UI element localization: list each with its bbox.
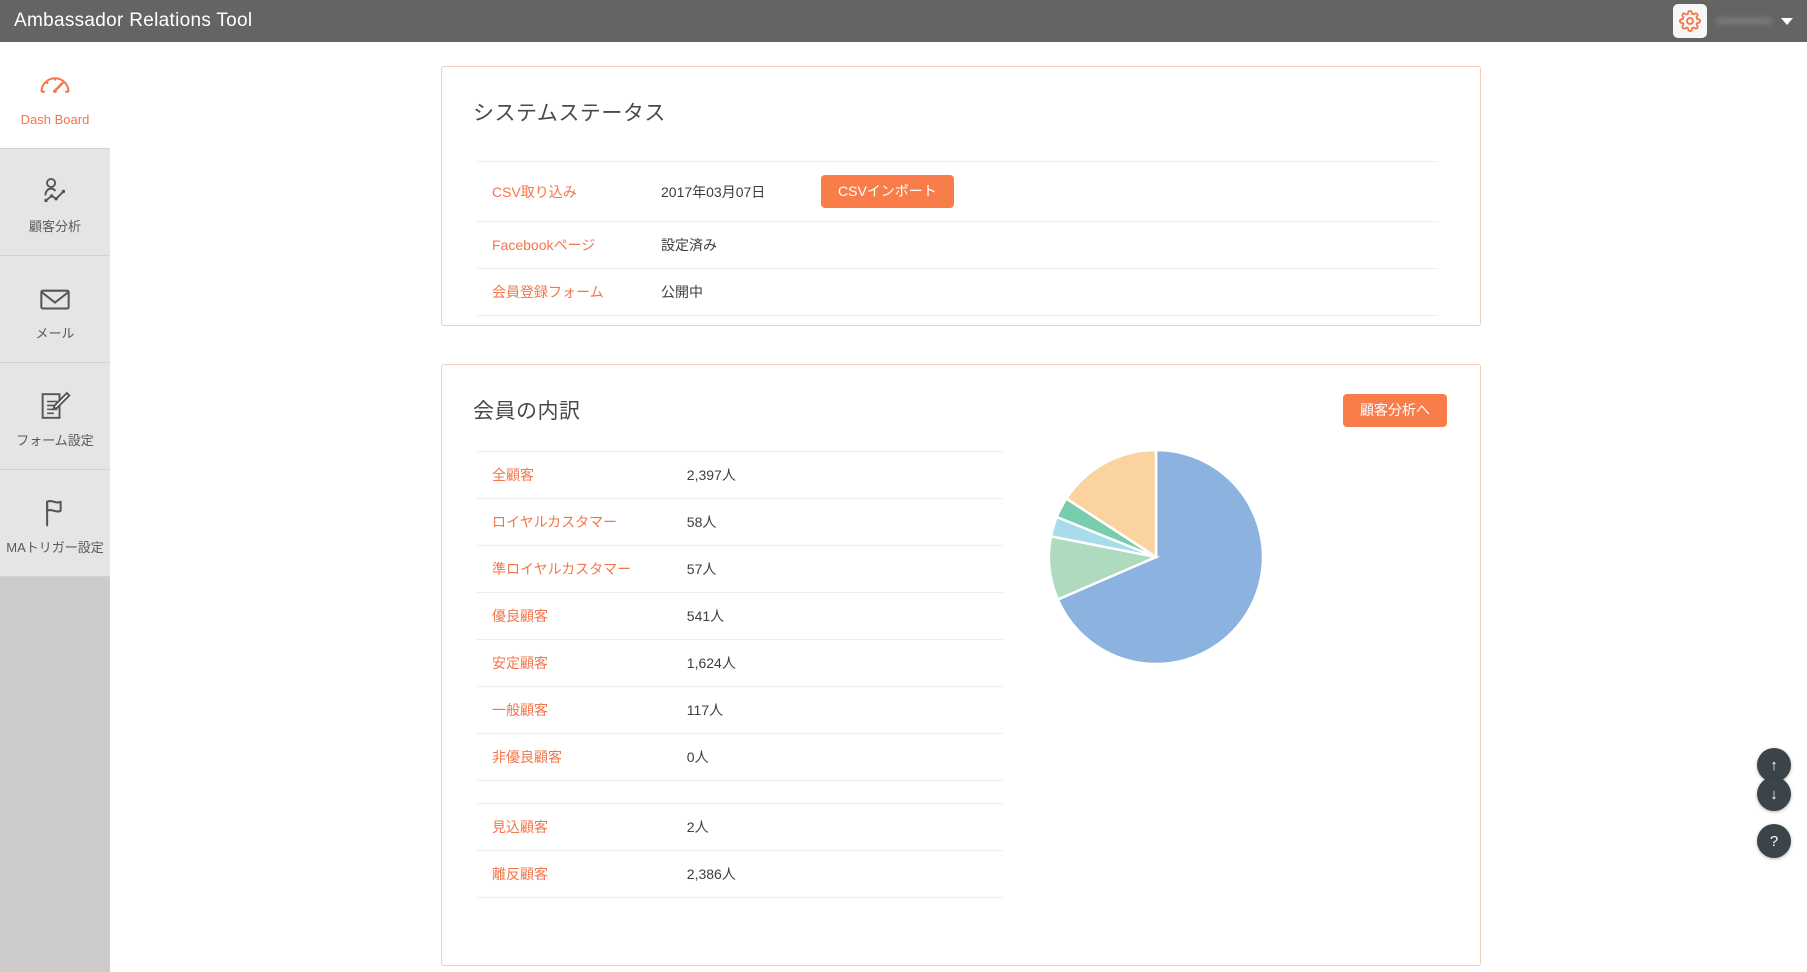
row-key: 一般顧客 [476,687,687,734]
arrow-up-icon: ↑ [1770,758,1778,773]
row-action [821,222,1438,269]
sidebar-item-label: フォーム設定 [16,434,94,447]
sidebar-nav-list: Dash Board 顧客分析 [0,42,110,577]
chevron-down-icon[interactable] [1781,18,1793,25]
table-row: 全顧客 2,397人 [476,452,1003,499]
row-key: 安定顧客 [476,640,687,687]
table-row: 見込顧客 2人 [476,804,1003,851]
row-value: 1,624人 [687,640,1003,687]
top-bar: Ambassador Relations Tool [0,0,1807,42]
scroll-to-bottom-button[interactable]: ↓ [1757,777,1791,811]
members-breakdown-title: 会員の内訳 [442,365,1480,425]
sidebar-item-label: 顧客分析 [29,220,81,233]
sidebar: Dash Board 顧客分析 [0,42,110,972]
row-key: ロイヤルカスタマー [476,499,687,546]
row-value: 公開中 [661,269,821,316]
table-row: 安定顧客 1,624人 [476,640,1003,687]
row-value [687,781,1003,804]
table-row: 準ロイヤルカスタマー 57人 [476,546,1003,593]
form-pencil-icon [37,385,73,427]
user-name-label[interactable] [1716,19,1772,23]
table-row: 優良顧客 541人 [476,593,1003,640]
members-breakdown-panel: 会員の内訳 顧客分析へ 全顧客 2,397人 ロイヤルカスタマー 58人 準ロイ… [441,364,1481,966]
row-key: 会員登録フォーム [476,269,661,316]
row-key: Facebookページ [476,222,661,269]
table-row: Facebookページ 設定済み [476,222,1438,269]
table-row-spacer [476,781,1003,804]
table-row: CSV取り込み 2017年03月07日 CSVインポート [476,162,1438,222]
sidebar-item-dashboard[interactable]: Dash Board [0,42,110,149]
row-key: 非優良顧客 [476,734,687,781]
question-mark-icon: ? [1770,834,1778,849]
row-key [476,781,687,804]
row-value: 57人 [687,546,1003,593]
row-value: 58人 [687,499,1003,546]
flag-icon [37,492,73,534]
help-button[interactable]: ? [1757,824,1791,858]
gear-icon [1679,10,1701,32]
row-value: 2,397人 [687,452,1003,499]
settings-button[interactable] [1673,4,1707,38]
row-value: 設定済み [661,222,821,269]
row-value: 2017年03月07日 [661,162,821,222]
csv-import-button[interactable]: CSVインポート [821,175,954,208]
table-row: 非優良顧客 0人 [476,734,1003,781]
person-analytics-icon [37,171,73,213]
sidebar-item-mail[interactable]: メール [0,256,110,363]
members-pie-chart [1048,449,1264,665]
row-value: 2,386人 [687,851,1003,898]
speedometer-icon [37,64,73,106]
sidebar-item-label: MAトリガー設定 [6,541,104,554]
row-value: 2人 [687,804,1003,851]
sidebar-item-form-settings[interactable]: フォーム設定 [0,363,110,470]
arrow-down-icon: ↓ [1770,787,1778,802]
row-key: 見込顧客 [476,804,687,851]
table-row: 一般顧客 117人 [476,687,1003,734]
table-row: 会員登録フォーム 公開中 [476,269,1438,316]
sidebar-item-label: Dash Board [21,113,90,126]
system-status-table: CSV取り込み 2017年03月07日 CSVインポート Facebookページ… [476,161,1438,316]
top-bar-right-group [1673,0,1793,42]
system-status-title: システムステータス [442,67,1480,127]
row-key: 準ロイヤルカスタマー [476,546,687,593]
system-status-panel: システムステータス CSV取り込み 2017年03月07日 CSVインポート F… [441,66,1481,326]
table-row: 離反顧客 2,386人 [476,851,1003,898]
go-to-customer-analysis-button[interactable]: 顧客分析へ [1343,394,1447,427]
sidebar-item-ma-trigger[interactable]: MAトリガー設定 [0,470,110,577]
envelope-icon [36,278,74,320]
members-breakdown-table: 全顧客 2,397人 ロイヤルカスタマー 58人 準ロイヤルカスタマー 57人 … [476,451,1003,898]
row-value: 117人 [687,687,1003,734]
row-key: 全顧客 [476,452,687,499]
analysis-button-wrap: 顧客分析へ [1343,394,1447,427]
main-content: システムステータス CSV取り込み 2017年03月07日 CSVインポート F… [110,42,1807,972]
row-action [821,269,1438,316]
app-title: Ambassador Relations Tool [14,10,252,32]
row-key: 離反顧客 [476,851,687,898]
row-action: CSVインポート [821,162,1438,222]
row-key: 優良顧客 [476,593,687,640]
sidebar-item-customer-analysis[interactable]: 顧客分析 [0,149,110,256]
row-key: CSV取り込み [476,162,661,222]
row-value: 541人 [687,593,1003,640]
sidebar-item-label: メール [35,327,74,340]
row-value: 0人 [687,734,1003,781]
table-row: ロイヤルカスタマー 58人 [476,499,1003,546]
pie-chart-svg [1048,449,1264,665]
